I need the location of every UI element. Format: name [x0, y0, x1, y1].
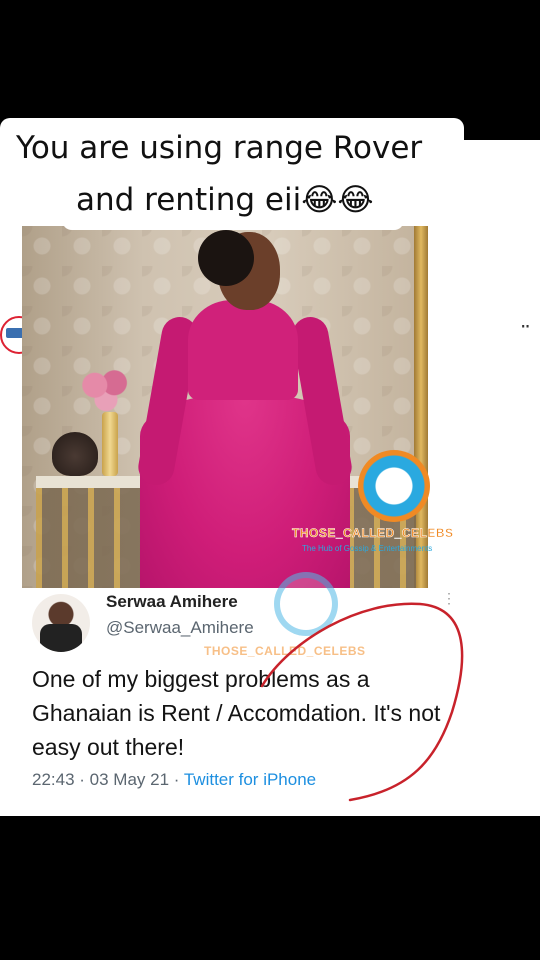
tweet-source-link[interactable]: Twitter for iPhone	[184, 770, 316, 789]
watermark-logo-icon	[358, 450, 430, 522]
video-caption: You are using range Rover and renting ei…	[0, 118, 464, 230]
watermark-brand: THOSE_CALLED_CELEBS	[292, 526, 454, 541]
hair-bun	[198, 230, 254, 286]
caption-line-2: and renting eii😂😂	[62, 180, 404, 230]
watermark-logo-icon	[274, 572, 338, 636]
more-options-icon[interactable]: ⋅⋅	[520, 314, 531, 339]
pink-flowers	[78, 366, 134, 414]
tweet-text: One of my biggest problems as a Ghanaian…	[32, 666, 441, 760]
pink-dress-bodice	[188, 300, 298, 400]
dark-vase	[52, 432, 98, 476]
watermark-upper: THOSE_CALLED_CELEBS The Hub of Gossip & …	[292, 450, 502, 560]
tweet-more-icon[interactable]: ⋮	[442, 590, 456, 607]
caption-line-1: You are using range Rover	[0, 118, 464, 180]
watermark-lower: THOSE_CALLED_CELEBS	[204, 572, 404, 662]
tweet-avatar[interactable]	[32, 594, 90, 652]
tweet-meta: 22:43 · 03 May 21 · Twitter for iPhone	[32, 770, 316, 790]
gold-vase	[102, 412, 118, 476]
tweet-timestamp: 22:43 · 03 May 21 ·	[32, 770, 184, 789]
watermark-tagline: The Hub of Gossip & Entertainments	[302, 544, 433, 553]
watermark-brand-faded: THOSE_CALLED_CELEBS	[204, 644, 366, 658]
